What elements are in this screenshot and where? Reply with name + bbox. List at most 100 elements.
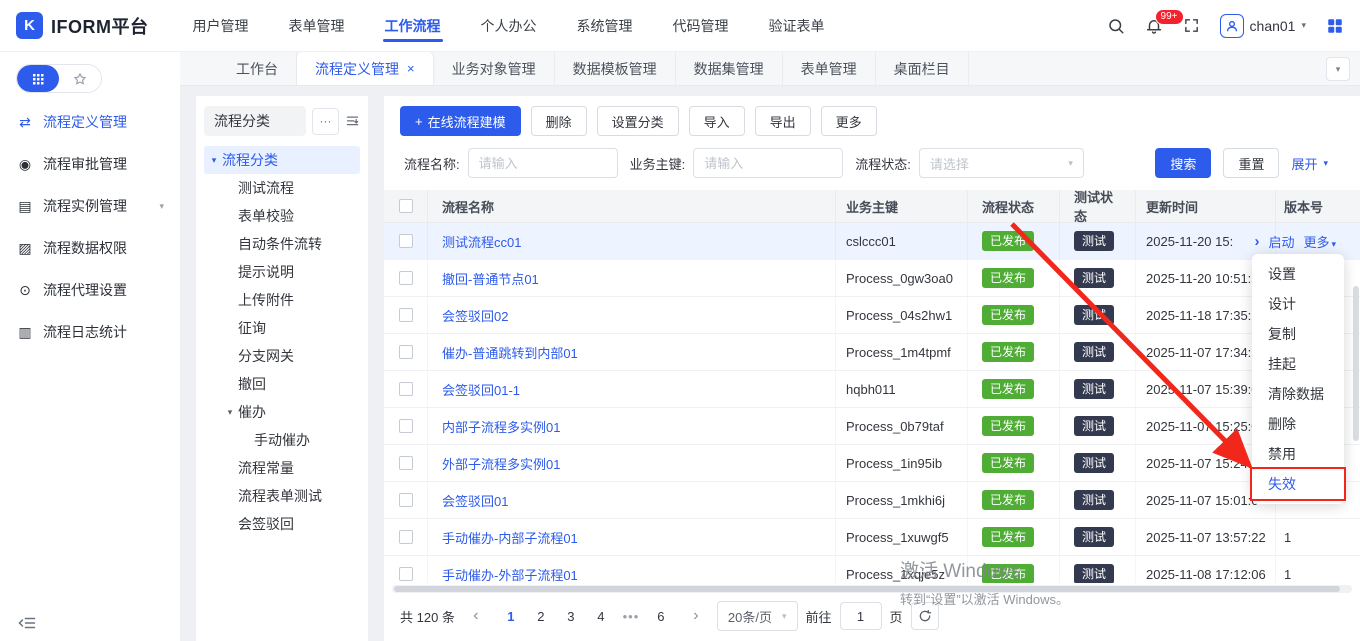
process-name-link[interactable]: 手动催办-外部子流程01: [442, 565, 578, 584]
sidebar-item[interactable]: ⊙ 流程代理设置 ▾: [0, 269, 180, 311]
category-more-button[interactable]: ···: [312, 108, 339, 135]
row-checkbox[interactable]: [399, 493, 413, 507]
sidebar-collapse-icon[interactable]: [18, 615, 36, 631]
horizontal-scrollbar[interactable]: [392, 585, 1352, 593]
process-name-link[interactable]: 会签驳回01: [442, 491, 508, 510]
grid-view-button[interactable]: [17, 65, 59, 92]
tree-node[interactable]: 表单校验: [204, 202, 360, 230]
row-checkbox[interactable]: [399, 345, 413, 359]
tab-close-icon[interactable]: ×: [407, 62, 415, 75]
sidebar-item[interactable]: ▨ 流程数据权限 ▾: [0, 227, 180, 269]
search-button[interactable]: 搜索: [1155, 148, 1211, 178]
tree-node[interactable]: ▾ 流程分类: [204, 146, 360, 174]
context-menu-item[interactable]: 设置: [1252, 259, 1344, 289]
context-menu-item[interactable]: 失效: [1252, 469, 1344, 499]
search-icon[interactable]: [1107, 17, 1125, 35]
tree-node[interactable]: 自动条件流转: [204, 230, 360, 258]
column-header[interactable]: 版本号: [1276, 190, 1360, 222]
category-search-box[interactable]: 流程分类: [204, 106, 306, 136]
page-number[interactable]: 2: [527, 602, 555, 630]
page-number[interactable]: 1: [497, 602, 525, 630]
row-checkbox[interactable]: [399, 271, 413, 285]
context-menu-item[interactable]: 复制: [1252, 319, 1344, 349]
business-key-input[interactable]: [693, 148, 843, 178]
row-checkbox[interactable]: [399, 382, 413, 396]
page-number[interactable]: 4: [587, 602, 615, 630]
tree-node[interactable]: 流程常量: [204, 454, 360, 482]
topnav-item[interactable]: 用户管理: [173, 0, 269, 51]
row-checkbox[interactable]: [399, 567, 413, 581]
tab[interactable]: 数据集管理: [676, 52, 783, 85]
tree-caret-icon[interactable]: ▾: [206, 155, 222, 166]
tree-caret-icon[interactable]: ▾: [222, 407, 238, 418]
context-menu-item[interactable]: 挂起: [1252, 349, 1344, 379]
prev-page-icon[interactable]: ‹: [463, 602, 489, 630]
select-all-checkbox[interactable]: [399, 199, 413, 213]
tab[interactable]: 桌面栏目: [876, 52, 969, 85]
process-name-link[interactable]: 内部子流程多实例01: [442, 417, 560, 436]
row-checkbox[interactable]: [399, 530, 413, 544]
user-menu[interactable]: chan01 ▾: [1220, 14, 1306, 38]
tab-overflow-button[interactable]: ▾: [1326, 57, 1350, 81]
topnav-item[interactable]: 工作流程: [365, 0, 461, 51]
process-name-link[interactable]: 会签驳回01-1: [442, 380, 520, 399]
page-number[interactable]: 3: [557, 602, 585, 630]
process-name-link[interactable]: 外部子流程多实例01: [442, 454, 560, 473]
sidebar-item[interactable]: ▤ 流程实例管理 ▾: [0, 185, 180, 227]
context-menu-item[interactable]: 清除数据: [1252, 379, 1344, 409]
favorite-star-button[interactable]: [59, 65, 101, 92]
column-header[interactable]: 测试状态: [1060, 190, 1136, 222]
page-number[interactable]: 6: [647, 602, 675, 630]
expand-row-icon[interactable]: ›: [1254, 233, 1259, 250]
context-menu-item[interactable]: 禁用: [1252, 439, 1344, 469]
tree-node[interactable]: 分支网关: [204, 342, 360, 370]
column-header[interactable]: 更新时间: [1136, 190, 1276, 222]
tree-node[interactable]: 撤回: [204, 370, 360, 398]
reset-button[interactable]: 重置: [1223, 148, 1279, 178]
process-name-link[interactable]: 手动催办-内部子流程01: [442, 528, 578, 547]
tree-node[interactable]: 流程表单测试: [204, 482, 360, 510]
row-checkbox[interactable]: [399, 419, 413, 433]
column-header[interactable]: 业务主键: [836, 190, 968, 222]
context-menu-item[interactable]: 删除: [1252, 409, 1344, 439]
tab[interactable]: 工作台: [218, 52, 297, 85]
tree-node[interactable]: 提示说明: [204, 258, 360, 286]
fullscreen-icon[interactable]: [1183, 17, 1200, 34]
notifications-bell-icon[interactable]: 99+: [1145, 17, 1163, 35]
row-more-button[interactable]: 更多▾: [1303, 232, 1336, 251]
start-process-button[interactable]: 启动: [1268, 232, 1294, 251]
row-checkbox[interactable]: [399, 234, 413, 248]
tree-node[interactable]: 上传附件: [204, 286, 360, 314]
next-page-icon[interactable]: ›: [683, 602, 709, 630]
process-name-link[interactable]: 撤回-普通节点01: [442, 269, 539, 288]
column-header[interactable]: 流程名称: [428, 190, 836, 222]
toolbar-button[interactable]: 导入: [689, 106, 745, 136]
row-checkbox[interactable]: [399, 308, 413, 322]
apps-grid-icon[interactable]: [1326, 17, 1344, 35]
tab[interactable]: 数据模板管理: [555, 52, 676, 85]
topnav-item[interactable]: 系统管理: [557, 0, 653, 51]
page-size-select[interactable]: 20条/页 ▾: [717, 601, 798, 631]
toolbar-button[interactable]: 更多: [821, 106, 877, 136]
toolbar-button[interactable]: 删除: [531, 106, 587, 136]
toolbar-button[interactable]: 导出: [755, 106, 811, 136]
expand-filters-link[interactable]: 展开 ▾: [1291, 154, 1328, 173]
refresh-icon[interactable]: [911, 602, 939, 630]
vertical-scrollbar[interactable]: [1353, 286, 1359, 441]
tree-node[interactable]: 会签驳回: [204, 510, 360, 538]
sidebar-item[interactable]: ◉ 流程审批管理 ▾: [0, 143, 180, 185]
topnav-item[interactable]: 表单管理: [269, 0, 365, 51]
tree-node[interactable]: 测试流程: [204, 174, 360, 202]
tree-node[interactable]: 征询: [204, 314, 360, 342]
tree-node[interactable]: ▾ 催办: [204, 398, 360, 426]
process-name-link[interactable]: 催办-普通跳转到内部01: [442, 343, 578, 362]
sidebar-item[interactable]: ▥ 流程日志统计 ▾: [0, 311, 180, 353]
process-name-link[interactable]: 会签驳回02: [442, 306, 508, 325]
collapse-tree-icon[interactable]: [345, 114, 360, 129]
topnav-item[interactable]: 代码管理: [653, 0, 749, 51]
topnav-item[interactable]: 个人办公: [461, 0, 557, 51]
tree-node[interactable]: 手动催办: [204, 426, 360, 454]
topnav-item[interactable]: 验证表单: [749, 0, 845, 51]
column-header[interactable]: 流程状态: [968, 190, 1060, 222]
process-status-select[interactable]: 请选择 ▾: [919, 148, 1084, 178]
